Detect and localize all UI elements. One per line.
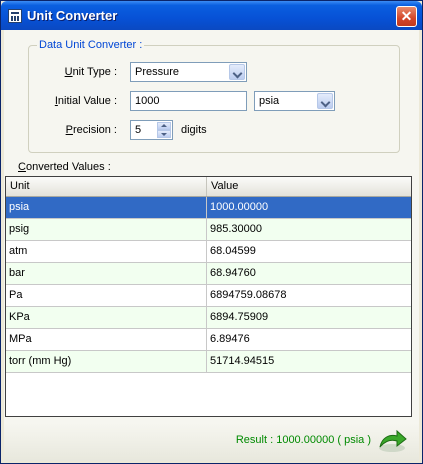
unit-cell: atm <box>6 241 207 262</box>
unit-converter-window: Unit Converter ✕ Data Unit Converter : U… <box>0 0 423 464</box>
unit-cell: KPa <box>6 307 207 328</box>
converted-values-table[interactable]: Unit Value psia 1000.00000 psig 985.3000… <box>5 176 412 417</box>
table-header: Unit Value <box>6 177 411 197</box>
unit-cell: bar <box>6 263 207 284</box>
unit-cell: MPa <box>6 329 207 350</box>
value-cell: 68.04599 <box>210 245 256 257</box>
calculator-icon <box>8 9 22 23</box>
client-area: Data Unit Converter : Unit Type : Pressu… <box>4 30 419 461</box>
close-button[interactable]: ✕ <box>396 6 417 27</box>
table-row[interactable]: KPa 6894.75909 <box>6 307 411 329</box>
title-bar[interactable]: Unit Converter ✕ <box>1 1 422 30</box>
table-row[interactable]: bar 68.94760 <box>6 263 411 285</box>
unit-type-select[interactable]: Pressure <box>130 62 247 82</box>
value-cell: 68.94760 <box>210 267 256 279</box>
unit-type-label: Unit Type : <box>64 66 117 78</box>
precision-suffix: digits <box>181 124 207 136</box>
value-cell: 6894.75909 <box>210 311 269 323</box>
spin-down-icon[interactable] <box>157 130 171 138</box>
column-header-unit[interactable]: Unit <box>6 177 207 196</box>
value-cell: 1000.00000 <box>210 201 269 213</box>
table-row[interactable]: MPa 6.89476 <box>6 329 411 351</box>
unit-cell: psia <box>6 197 207 218</box>
initial-value-input[interactable]: 1000 <box>130 91 247 111</box>
table-row[interactable]: Pa 6894759.08678 <box>6 285 411 307</box>
precision-label: Precision : <box>65 124 117 136</box>
chevron-down-icon[interactable] <box>317 93 333 109</box>
chevron-down-icon[interactable] <box>229 64 245 80</box>
table-row[interactable]: atm 68.04599 <box>6 241 411 263</box>
table-row[interactable]: torr (mm Hg) 51714.94515 <box>6 351 411 373</box>
window-title: Unit Converter <box>27 8 118 23</box>
initial-value-label: Initial Value : <box>54 95 117 107</box>
value-cell: 6894759.08678 <box>210 289 287 301</box>
value-cell: 6.89476 <box>210 333 250 345</box>
initial-unit-value: psia <box>259 95 280 107</box>
status-bar: Result : 1000.00000 ( psia ) <box>4 423 419 461</box>
table-row[interactable]: psig 985.30000 <box>6 219 411 241</box>
green-arrow-icon[interactable] <box>377 427 407 453</box>
unit-cell: Pa <box>6 285 207 306</box>
unit-type-value: Pressure <box>135 66 180 78</box>
initial-unit-select[interactable]: psia <box>254 91 335 111</box>
group-title: Data Unit Converter : <box>37 39 145 51</box>
precision-value: 5 <box>135 124 142 136</box>
unit-cell: psig <box>6 219 207 240</box>
spin-up-icon[interactable] <box>157 122 171 130</box>
column-header-value[interactable]: Value <box>207 177 411 196</box>
result-text: Result : 1000.00000 ( psia ) <box>235 434 371 446</box>
data-unit-converter-group: Data Unit Converter : Unit Type : Pressu… <box>28 39 400 153</box>
table-row[interactable]: psia 1000.00000 <box>6 197 411 219</box>
value-cell: 51714.94515 <box>210 355 275 367</box>
precision-stepper[interactable]: 5 <box>130 120 173 140</box>
close-icon: ✕ <box>400 8 413 24</box>
value-cell: 985.30000 <box>210 223 262 235</box>
unit-cell: torr (mm Hg) <box>6 351 207 372</box>
converted-values-label: Converted Values : <box>18 161 111 173</box>
